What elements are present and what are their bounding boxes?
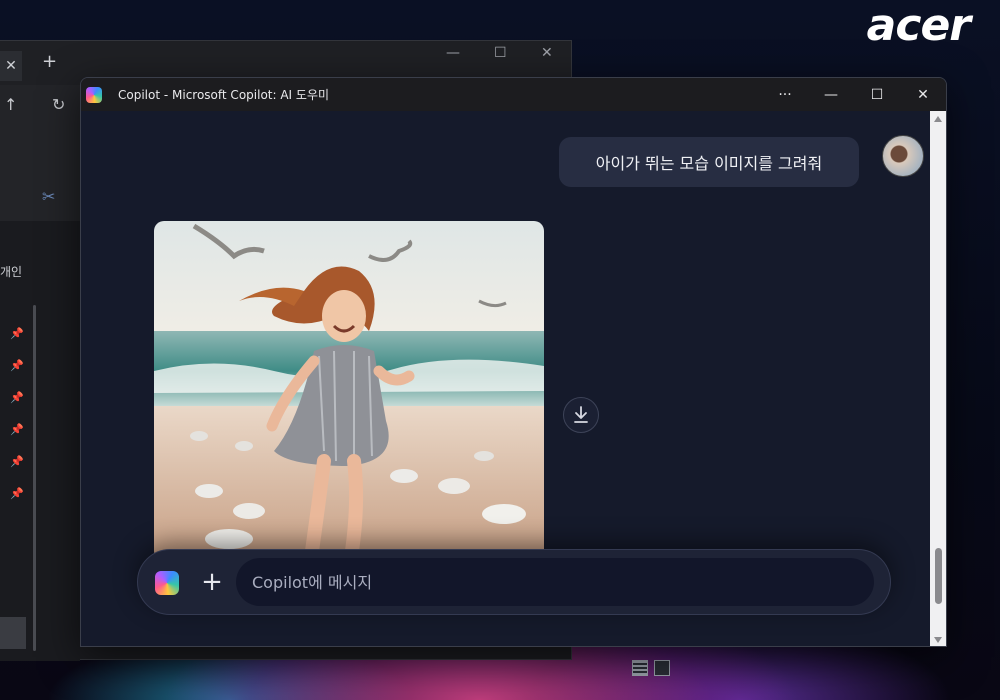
scroll-down-icon[interactable] (934, 637, 942, 643)
more-options-button[interactable]: ··· (762, 78, 808, 111)
explorer-close-icon[interactable]: ✕ (541, 45, 553, 61)
explorer-scrollbar[interactable] (33, 305, 36, 651)
copilot-logo-icon (86, 86, 102, 103)
window-controls: ··· — ☐ ✕ (762, 78, 946, 111)
scrollbar-thumb[interactable] (935, 548, 942, 604)
cut-icon[interactable]: ✂ (42, 187, 55, 206)
pin-icon: 📌 (10, 423, 24, 436)
copilot-window: Copilot - Microsoft Copilot: AI 도우미 ··· … (80, 77, 947, 647)
window-title: Copilot - Microsoft Copilot: AI 도우미 (118, 88, 330, 102)
explorer-tab-close-icon[interactable]: ✕ (0, 51, 22, 81)
minimize-button[interactable]: — (808, 78, 854, 111)
download-icon (574, 406, 588, 423)
explorer-refresh-icon[interactable]: ↻ (52, 95, 65, 114)
pin-icon: 📌 (10, 359, 24, 372)
scroll-up-icon[interactable] (934, 116, 942, 122)
generated-image[interactable] (154, 221, 544, 561)
explorer-up-icon[interactable]: ↑ (4, 95, 17, 114)
user-message-bubble: 아이가 뛰는 모습 이미지를 그려줘 (559, 137, 859, 187)
explorer-maximize-icon[interactable]: ☐ (494, 45, 507, 61)
acer-logo: acer (866, 0, 971, 51)
copilot-titlebar: Copilot - Microsoft Copilot: AI 도우미 ··· … (81, 78, 946, 111)
explorer-selected-item[interactable] (0, 617, 26, 649)
message-input[interactable] (236, 558, 874, 606)
copilot-logo-icon[interactable] (155, 571, 179, 595)
add-attachment-button[interactable]: + (194, 564, 230, 600)
message-composer: + (137, 549, 891, 615)
chat-scrollbar[interactable] (930, 111, 946, 646)
explorer-sidebar (0, 221, 80, 661)
pin-icon: 📌 (10, 391, 24, 404)
pin-icon: 📌 (10, 487, 24, 500)
close-button[interactable]: ✕ (900, 78, 946, 111)
avatar[interactable] (882, 135, 924, 177)
download-button[interactable] (563, 397, 599, 433)
pin-icon: 📌 (10, 327, 24, 340)
tiles-view-icon[interactable] (654, 660, 670, 676)
chat-area: 아이가 뛰는 모습 이미지를 그려줘 + Copilot에 메시지 (81, 111, 931, 646)
view-toggle-icons (632, 660, 670, 676)
explorer-minimize-icon[interactable]: — (446, 45, 460, 61)
details-view-icon[interactable] (632, 660, 648, 676)
maximize-button[interactable]: ☐ (854, 78, 900, 111)
explorer-new-tab-button[interactable]: + (42, 51, 57, 72)
pin-icon: 📌 (10, 455, 24, 468)
sidebar-label-personal[interactable]: 개인 (0, 263, 22, 280)
